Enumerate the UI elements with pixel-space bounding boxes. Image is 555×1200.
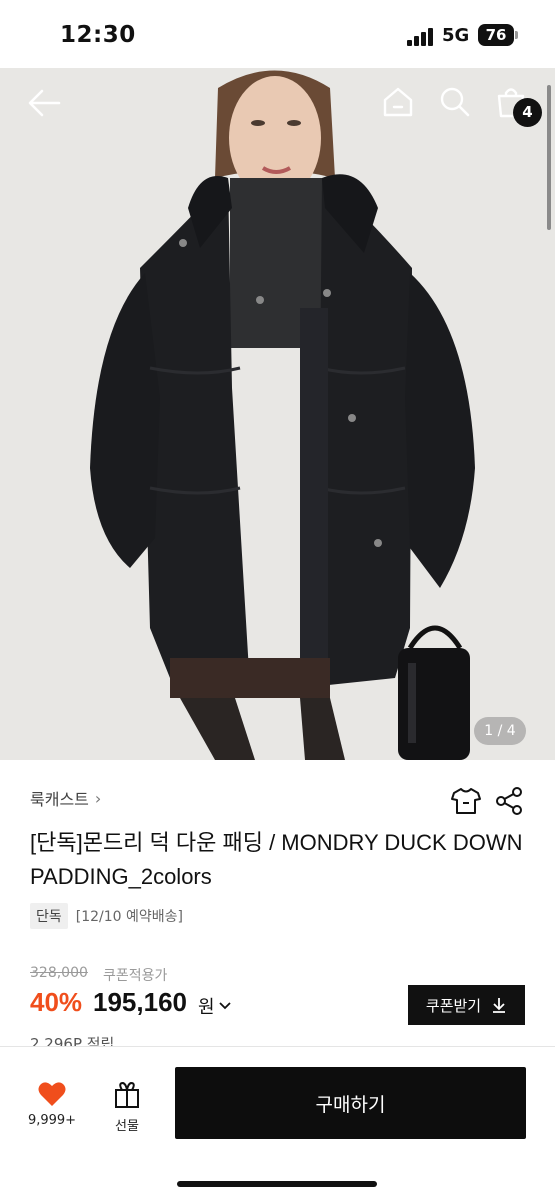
gallery-page-indicator: 1 / 4 [474,717,526,745]
back-button[interactable] [26,88,62,118]
coupon-price-label: 쿠폰적용가 [103,968,168,984]
page-scrollbar[interactable] [547,85,551,230]
status-time: 12:30 [60,22,136,48]
gift-button[interactable]: 선물 [107,1081,147,1134]
search-button[interactable] [438,85,472,119]
buy-button[interactable]: 구매하기 [175,1067,526,1139]
arrow-left-icon [28,89,61,117]
download-icon [493,998,506,1013]
tshirt-icon [451,788,481,814]
gift-label: 선물 [115,1119,139,1134]
home-indicator [177,1181,377,1187]
product-photo [0,68,555,760]
home-button[interactable] [381,85,415,119]
home-icon [383,87,413,117]
share-button[interactable] [494,786,524,816]
coupon-button-label: 쿠폰받기 [425,996,482,1015]
battery-tip [515,31,518,39]
size-fit-button[interactable] [450,786,482,816]
cart-count-badge: 4 [513,98,542,127]
currency-label: 원 [198,997,215,1018]
signal-icon [407,28,435,46]
shipping-note: [12/10 예약배송] [75,909,184,925]
sale-price: 195,160 [93,987,187,1017]
brand-link[interactable]: 룩캐스트 › [30,786,101,810]
gift-icon [115,1081,139,1108]
battery-icon: 76 [478,24,514,46]
share-icon [496,787,522,815]
original-price: 328,000 [30,965,88,981]
heart-icon [38,1082,66,1106]
coupon-download-button[interactable]: 쿠폰받기 [408,985,525,1025]
exclusive-badge: 단독 [30,903,68,929]
price-detail-toggle[interactable]: 원 [198,993,231,1019]
search-icon [440,87,470,117]
network-type: 5G [442,25,470,46]
product-title: [단독]몬드리 덕 다운 패딩 / MONDRY DUCK DOWN PADDI… [30,830,523,889]
product-image-gallery[interactable]: 4 1 / 4 [0,68,555,760]
chevron-down-icon [218,1002,231,1010]
like-button[interactable]: 9,999+ [26,1081,78,1128]
product-badges: 단독 [12/10 예약배송] [30,903,183,929]
chevron-right-icon: › [94,788,102,808]
status-bar: 12:30 5G 76 [0,0,555,68]
reward-points: 2,296P 적립 [30,1035,115,1047]
discount-rate: 40% [30,987,83,1017]
brand-name: 룩캐스트 [30,790,89,809]
like-count: 9,999+ [27,1113,77,1128]
bottom-action-bar: 9,999+ 선물 구매하기 [0,1046,555,1200]
